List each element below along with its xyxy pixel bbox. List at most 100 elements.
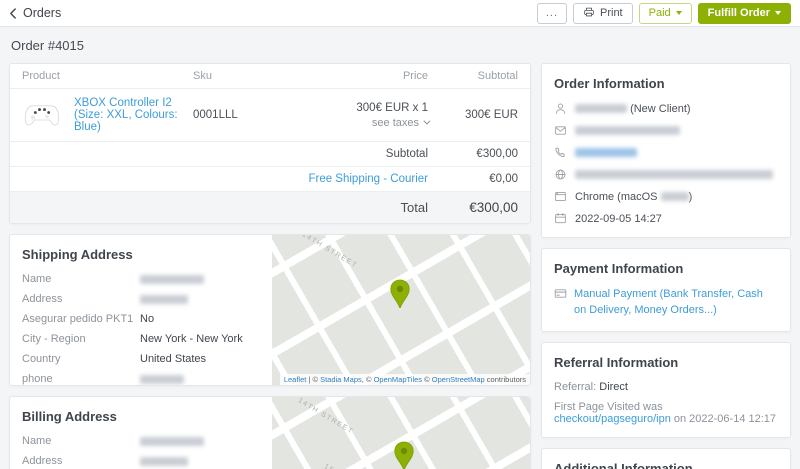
subtotal-label: Subtotal [278, 148, 428, 160]
referral-value: Direct [599, 381, 628, 393]
payment-status-button[interactable]: Paid [639, 3, 692, 24]
redacted-value [140, 375, 184, 384]
field-row: Name [22, 273, 260, 285]
field-row: Address [22, 455, 260, 467]
redacted-value [661, 192, 689, 201]
redacted-value [575, 126, 680, 135]
item-subtotal: 300€ EUR [428, 109, 518, 121]
phone-row [554, 146, 778, 159]
first-page-link[interactable]: checkout/pagseguro/ipn [554, 413, 671, 425]
shipping-value: €0,00 [428, 173, 518, 185]
chevron-left-icon [9, 8, 17, 19]
items-table-header: Product Sku Price Subtotal [10, 64, 530, 89]
topbar-actions: ... Print Paid Fulfill Order [537, 3, 791, 24]
billing-address-card: Billing Address Name Address Asegurar pe… [9, 396, 531, 469]
payment-information-title: Payment Information [554, 261, 778, 276]
back-to-orders-button[interactable]: Orders [9, 6, 61, 20]
map-tiles [272, 235, 530, 385]
map-attribution: Leaflet | © Stadia Maps, © OpenMapTiles … [280, 374, 530, 385]
order-information-title: Order Information [554, 76, 778, 91]
phone-icon [554, 146, 567, 159]
envelope-icon [554, 124, 567, 137]
subtotal-row: Subtotal €300,00 [10, 141, 530, 166]
column-price: Price [298, 70, 428, 82]
fulfill-order-button[interactable]: Fulfill Order [698, 3, 791, 24]
field-row: CountryUnited States [22, 353, 260, 365]
caret-down-icon [775, 11, 781, 15]
browser-suffix: ) [689, 191, 693, 203]
origin-row [554, 168, 778, 181]
client-suffix: (New Client) [630, 103, 691, 115]
field-row: Name [22, 435, 260, 447]
field-row: Address [22, 293, 260, 305]
product-link[interactable]: XBOX Controller I2 (Size: XXL, Colours: … [74, 97, 193, 133]
credit-card-icon [554, 287, 567, 300]
first-page-row: First Page Visited was checkout/pagsegur… [554, 401, 778, 425]
printer-icon [583, 6, 595, 21]
browser-prefix: Chrome (macOS [575, 191, 658, 203]
product-thumbnail [22, 99, 62, 131]
page-content: Order #4015 Product Sku Price Subtotal [0, 27, 800, 469]
field-row: phone [22, 373, 260, 385]
order-information-card: Order Information (New Client) [541, 63, 791, 238]
order-date: 2022-09-05 14:27 [575, 213, 662, 225]
print-label: Print [600, 7, 623, 19]
browser-window-icon [554, 190, 567, 203]
topbar: Orders ... Print Paid Fulfill Order [0, 0, 800, 27]
billing-address-title: Billing Address [22, 409, 260, 424]
browser-row: Chrome (macOS ) [554, 190, 778, 203]
caret-down-icon [676, 11, 682, 15]
redacted-value [140, 457, 188, 466]
item-price: 300€ EUR x 1 [356, 102, 428, 114]
field-row: City - RegionNew York - New York [22, 333, 260, 345]
print-button[interactable]: Print [573, 3, 633, 24]
shipping-address-card: Shipping Address Name Address Asegurar p… [9, 234, 531, 386]
additional-information-title: Additional Information [554, 461, 778, 469]
redacted-value [140, 275, 204, 284]
referral-information-title: Referral Information [554, 355, 778, 370]
back-label: Orders [23, 6, 61, 20]
order-date-row: 2022-09-05 14:27 [554, 212, 778, 225]
stadia-maps-link[interactable]: Stadia Maps [320, 375, 362, 384]
referral-information-card: Referral Information Referral: Direct Fi… [541, 342, 791, 438]
paid-label: Paid [649, 7, 671, 19]
item-sku: 0001LLL [193, 109, 298, 121]
billing-address-map[interactable]: 14TH STREET 15TH STREET [272, 397, 530, 469]
shipping-address-map[interactable]: 14TH STREET Leaflet | © Stadia Maps, © O… [272, 235, 530, 385]
redacted-value [575, 148, 637, 157]
page-title: Order #4015 [11, 38, 791, 53]
redacted-value [575, 104, 627, 113]
globe-icon [554, 168, 567, 181]
subtotal-value: €300,00 [428, 148, 518, 160]
column-product: Product [22, 70, 193, 82]
redacted-value [140, 437, 204, 446]
shipping-method-link[interactable]: Free Shipping - Courier [278, 173, 428, 185]
map-marker-icon [393, 441, 415, 469]
redacted-value [575, 170, 773, 179]
additional-information-card: Additional Information Boleta o Factura:… [541, 448, 791, 469]
see-taxes-toggle[interactable]: see taxes [372, 117, 428, 129]
user-icon [554, 102, 567, 115]
order-item-row: XBOX Controller I2 (Size: XXL, Colours: … [10, 89, 530, 141]
column-sku: Sku [193, 70, 298, 82]
fulfill-label: Fulfill Order [708, 7, 770, 19]
column-subtotal: Subtotal [428, 70, 518, 82]
leaflet-link[interactable]: Leaflet [284, 375, 307, 384]
referral-row: Referral: Direct [554, 381, 778, 393]
payment-method-link[interactable]: Manual Payment (Bank Transfer, Cash on D… [574, 287, 778, 319]
more-actions-button[interactable]: ... [537, 3, 567, 24]
total-label: Total [278, 200, 428, 215]
field-row: Asegurar pedido PKT1No [22, 313, 260, 325]
client-row: (New Client) [554, 102, 778, 115]
total-value: €300,00 [428, 200, 518, 215]
order-items-card: Product Sku Price Subtotal [9, 63, 531, 224]
map-marker-icon [389, 279, 411, 309]
payment-information-card: Payment Information Manual Payment (Bank… [541, 248, 791, 332]
openstreetmap-link[interactable]: OpenStreetMap [432, 375, 485, 384]
openmaptiles-link[interactable]: OpenMapTiles [374, 375, 423, 384]
email-row [554, 124, 778, 137]
calendar-icon [554, 212, 567, 225]
shipping-address-title: Shipping Address [22, 247, 260, 262]
shipping-row: Free Shipping - Courier €0,00 [10, 166, 530, 191]
redacted-value [140, 295, 188, 304]
